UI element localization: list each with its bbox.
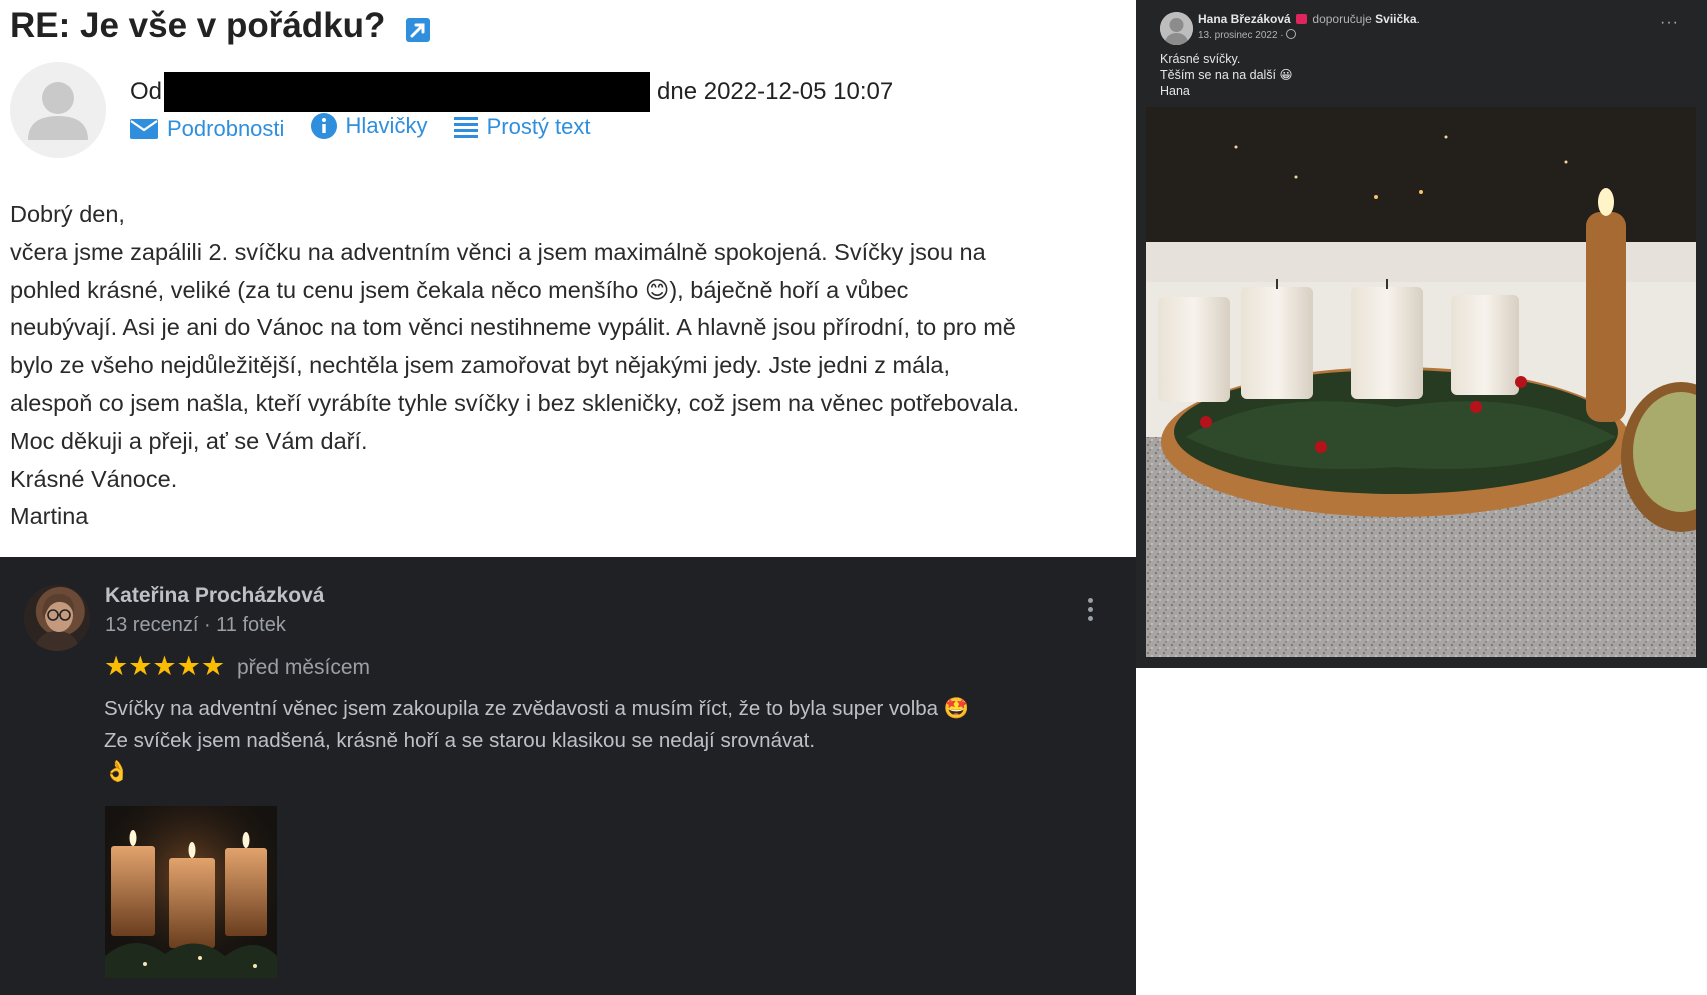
more-vert-icon[interactable] — [1083, 598, 1097, 626]
fb-more-icon[interactable]: ··· — [1660, 14, 1679, 32]
reviewer-meta: 13 recenzí · 11 fotek — [105, 614, 286, 636]
email-subject-text: RE: Je vše v pořádku? — [10, 6, 386, 45]
review-text: Svíčky na adventní věnec jsem zakoupila … — [104, 693, 1114, 788]
email-signature: Martina — [10, 503, 89, 530]
fb-post-line: Hana — [1160, 84, 1190, 98]
smile-emoji: 😊 — [644, 276, 670, 303]
email-body-line: pohled krásné, veliké (za tu cenu jsem č… — [10, 276, 909, 303]
email-body-line: Krásné Vánoce. — [10, 465, 178, 492]
fb-recommends: doporučuje — [1312, 12, 1372, 26]
review-text-line: Ze svíček jsem nadšená, krásně hoří a se… — [104, 728, 816, 752]
fb-post-header: Hana Březáková doporučuje Sviička. — [1198, 12, 1420, 26]
from-label: Od — [130, 78, 163, 105]
sender-avatar — [10, 62, 106, 158]
star-rating: ★★★★★ — [104, 651, 226, 681]
fb-post-line: Krásné svíčky. — [1160, 52, 1241, 66]
details-link-label: Podrobnosti — [167, 116, 285, 141]
email-body-line: neubývají. Asi je ani do Vánoc na tom vě… — [10, 314, 1016, 341]
info-icon — [310, 113, 337, 139]
review-time: před měsícem — [237, 656, 371, 679]
fb-post-text: Krásné svíčky. Těším se na na další 😀 Ha… — [1160, 51, 1293, 99]
fb-post-line: Těším se na na další 😀 — [1160, 68, 1293, 82]
email-body-line: alespoň co jsem našla, kteří vyrábíte ty… — [10, 389, 1020, 416]
details-link[interactable]: Podrobnosti — [130, 116, 284, 142]
redacted-sender — [164, 72, 651, 112]
review-photo-candles[interactable] — [105, 806, 277, 978]
email-body-line: včera jsme zapálili 2. svíčku na adventn… — [10, 238, 986, 265]
plain-text-link-label: Prostý text — [486, 114, 591, 139]
fb-post-date-text: 13. prosinec 2022 · — [1198, 30, 1284, 41]
email-body-line: bylo ze všeho nejdůležitější, nechtěla j… — [10, 352, 951, 379]
plain-text-link[interactable]: Prostý text — [453, 114, 591, 140]
headers-link[interactable]: Hlavičky — [310, 113, 428, 139]
email-links: Podrobnosti Hlavičky Prostý text — [130, 113, 611, 145]
globe-icon — [1286, 29, 1297, 39]
email-greeting: Dobrý den, — [10, 201, 125, 227]
external-link-icon[interactable] — [405, 12, 431, 42]
review-text-line: Svíčky na adventní věnec jsem zakoupila … — [104, 697, 970, 720]
fb-author-avatar[interactable] — [1160, 12, 1193, 45]
email-body-line: Moc děkuji a přeji, ať se Vám daří. — [10, 427, 368, 454]
envelope-icon — [130, 119, 158, 139]
headers-link-label: Hlavičky — [345, 113, 428, 138]
fb-post-date[interactable]: 13. prosinec 2022 · — [1198, 29, 1297, 41]
reviewer-name[interactable]: Kateřina Procházková — [105, 584, 324, 608]
review-text-line: 👌 — [104, 760, 130, 783]
email-subject: RE: Je vše v pořádku? — [10, 6, 431, 46]
email-body: Dobrý den, včera jsme zapálili 2. svíčku… — [10, 196, 1130, 536]
flag-badge-icon — [1296, 14, 1308, 24]
fb-page-suffix: . — [1416, 12, 1420, 26]
fb-post-photo-advent-wreath[interactable] — [1146, 107, 1696, 657]
list-icon — [453, 117, 478, 138]
email-date: dne 2022-12-05 10:07 — [657, 78, 894, 105]
fb-author-name[interactable]: Hana Březáková — [1198, 12, 1291, 26]
fb-page-name[interactable]: Sviička — [1375, 12, 1416, 26]
reviewer-avatar[interactable] — [24, 585, 90, 651]
email-from-row: Od dne 2022-12-05 10:07 — [130, 72, 894, 112]
